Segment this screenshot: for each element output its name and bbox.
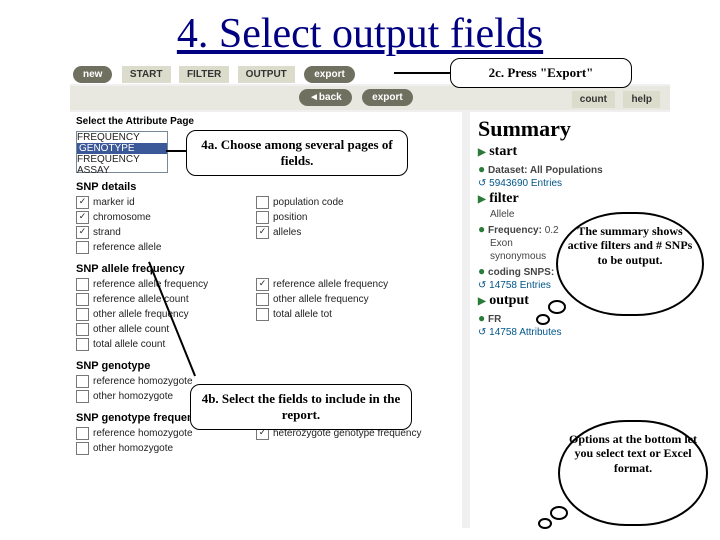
reset-icon[interactable]: ↺ bbox=[478, 280, 486, 291]
bullet-icon: ● bbox=[478, 222, 485, 236]
slide-canvas: new START FILTER OUTPUT export ◄back exp… bbox=[0, 62, 720, 528]
checkbox[interactable] bbox=[76, 338, 89, 351]
checkbox[interactable] bbox=[76, 293, 89, 306]
triangle-icon: ▶ bbox=[478, 296, 486, 307]
cb-label: other homozygote bbox=[93, 391, 173, 402]
cb-label: marker id bbox=[93, 197, 135, 208]
checkbox[interactable]: ✓ bbox=[76, 196, 89, 209]
checkbox[interactable] bbox=[76, 375, 89, 388]
select-option[interactable]: ASSAY bbox=[77, 165, 167, 176]
cloud-bubble-icon bbox=[536, 314, 550, 325]
checkbox[interactable] bbox=[256, 293, 269, 306]
select-option[interactable]: FREQUENCY bbox=[77, 154, 167, 165]
summary-dataset: Dataset: All Populations bbox=[488, 165, 603, 176]
cb-label: reference homozygote bbox=[93, 428, 193, 439]
cloud-options: Options at the bottom let you select tex… bbox=[558, 420, 708, 526]
reset-icon[interactable]: ↺ bbox=[478, 178, 486, 189]
bullet-icon: ● bbox=[478, 311, 485, 325]
select-option-selected[interactable]: GENOTYPE bbox=[77, 143, 167, 154]
summary-entries3: 14758 Attributes bbox=[489, 327, 561, 338]
callout-line bbox=[166, 150, 188, 152]
section-allele-freq: SNP allele frequency bbox=[76, 263, 456, 275]
cb-label: chromosome bbox=[93, 212, 151, 223]
attribute-page-label: Select the Attribute Page bbox=[76, 116, 456, 127]
cb-label: other allele frequency bbox=[273, 294, 369, 305]
checkbox[interactable]: ✓ bbox=[256, 226, 269, 239]
summary-entries2: 14758 Entries bbox=[489, 280, 551, 291]
export-button[interactable]: export bbox=[362, 89, 413, 106]
cloud-summary: The summary shows active filters and # S… bbox=[556, 212, 704, 316]
summary-heading: Summary bbox=[478, 116, 676, 142]
checkbox[interactable]: ✓ bbox=[76, 211, 89, 224]
checkbox[interactable] bbox=[76, 308, 89, 321]
cb-label: alleles bbox=[273, 227, 301, 238]
select-option[interactable]: FREQUENCY bbox=[77, 132, 167, 143]
cb-label: total allele tot bbox=[273, 309, 332, 320]
checkbox[interactable] bbox=[256, 196, 269, 209]
cb-label: strand bbox=[93, 227, 121, 238]
checkbox[interactable] bbox=[76, 278, 89, 291]
summary-exon: Exon bbox=[490, 238, 513, 249]
cb-label: other homozygote bbox=[93, 443, 173, 454]
checkbox[interactable] bbox=[256, 308, 269, 321]
triangle-icon: ▶ bbox=[478, 194, 486, 205]
cb-label: reference allele frequency bbox=[93, 279, 208, 290]
summary-entries: 5943690 Entries bbox=[489, 178, 562, 189]
bullet-icon: ● bbox=[478, 264, 485, 278]
filter-tab[interactable]: FILTER bbox=[179, 66, 229, 83]
checkbox[interactable]: ✓ bbox=[76, 226, 89, 239]
cb-label: other allele count bbox=[93, 324, 169, 335]
summary-freq: Frequency: bbox=[488, 225, 542, 236]
summary-coding: coding SNPS: bbox=[488, 267, 554, 278]
checkbox[interactable] bbox=[76, 427, 89, 440]
callout-line bbox=[394, 72, 450, 74]
summary-filter: filter bbox=[489, 191, 519, 206]
summary-allele: Allele bbox=[490, 209, 514, 220]
cb-label: position bbox=[273, 212, 307, 223]
cloud-bubble-icon bbox=[548, 300, 566, 314]
checkbox[interactable] bbox=[76, 241, 89, 254]
count-tab[interactable]: count bbox=[572, 91, 615, 108]
new-button[interactable]: new bbox=[73, 66, 112, 83]
cb-label: reference allele frequency bbox=[273, 279, 388, 290]
summary-start: start bbox=[489, 144, 517, 159]
slide-title: 4. Select output fields bbox=[0, 0, 720, 62]
cb-label: other allele frequency bbox=[93, 309, 189, 320]
start-tab[interactable]: START bbox=[122, 66, 171, 83]
checkbox[interactable] bbox=[76, 390, 89, 403]
callout-2c: 2c. Press "Export" bbox=[450, 58, 632, 88]
summary-freqv: 0.2 bbox=[545, 225, 559, 236]
cb-label: total allele count bbox=[93, 339, 165, 350]
secondary-toolbar: ◄back export count help bbox=[70, 86, 670, 110]
cloud-bubble-icon bbox=[538, 518, 552, 529]
checkbox[interactable] bbox=[76, 442, 89, 455]
checkbox[interactable]: ✓ bbox=[256, 278, 269, 291]
summary-fr: FR bbox=[488, 314, 501, 325]
attribute-page-select[interactable]: FREQUENCY GENOTYPE FREQUENCY ASSAY bbox=[76, 131, 168, 173]
help-tab[interactable]: help bbox=[623, 91, 660, 108]
checkbox[interactable] bbox=[256, 211, 269, 224]
callout-4a: 4a. Choose among several pages of fields… bbox=[186, 130, 408, 176]
export-button-top[interactable]: export bbox=[304, 66, 355, 83]
triangle-icon: ▶ bbox=[478, 147, 486, 158]
bullet-icon: ● bbox=[478, 162, 485, 176]
back-button[interactable]: ◄back bbox=[299, 89, 352, 106]
cloud-bubble-icon bbox=[550, 506, 568, 520]
cb-label: population code bbox=[273, 197, 344, 208]
summary-syn: synonymous bbox=[490, 251, 546, 262]
checkbox[interactable] bbox=[76, 323, 89, 336]
callout-4b: 4b. Select the fields to include in the … bbox=[190, 384, 412, 430]
section-snp-details: SNP details bbox=[76, 181, 456, 193]
reset-icon[interactable]: ↺ bbox=[478, 327, 486, 338]
cb-label: reference allele count bbox=[93, 294, 189, 305]
summary-output: output bbox=[489, 293, 529, 308]
cb-label: reference allele bbox=[93, 242, 161, 253]
section-genotype: SNP genotype bbox=[76, 360, 456, 372]
output-tab[interactable]: OUTPUT bbox=[238, 66, 295, 83]
cb-label: reference homozygote bbox=[93, 376, 193, 387]
